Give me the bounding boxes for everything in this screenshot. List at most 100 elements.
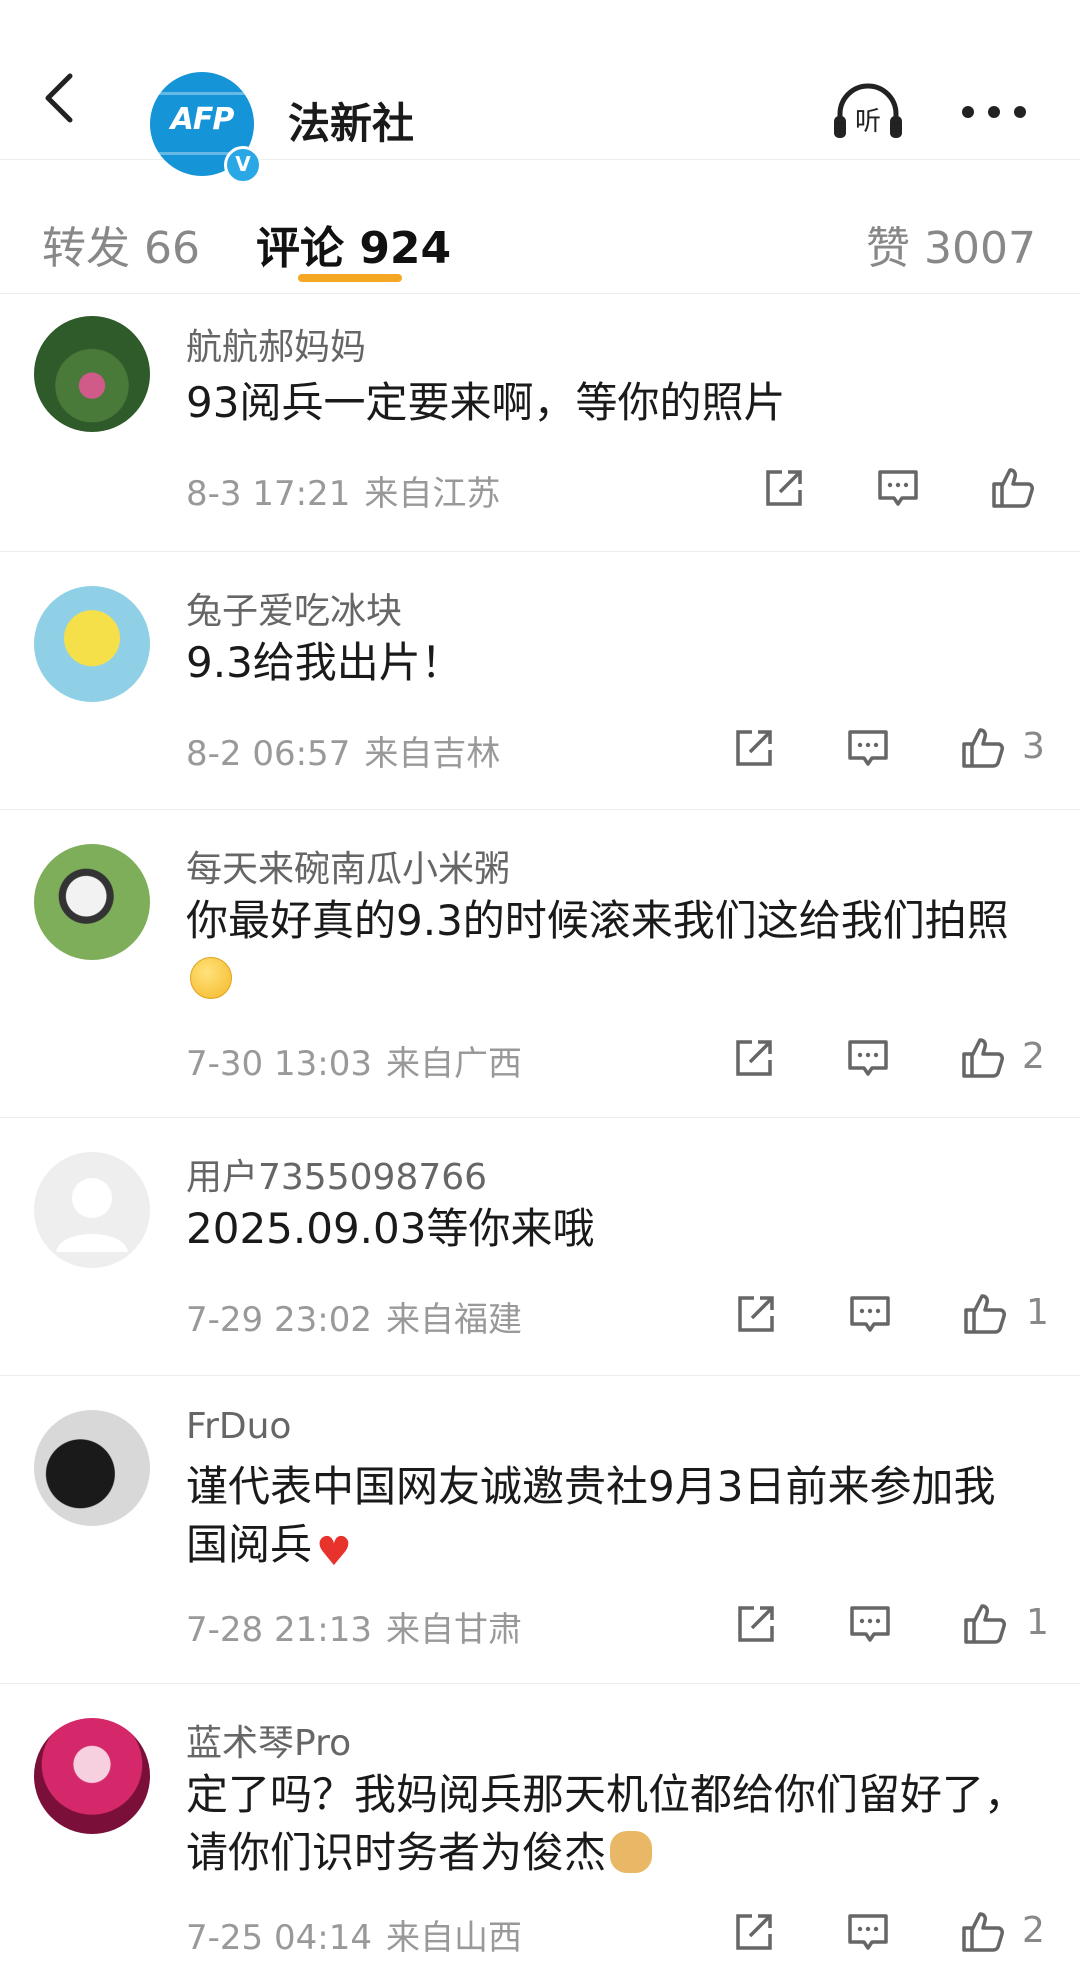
back-button[interactable] (34, 68, 94, 128)
reply-comment-icon (848, 1914, 888, 1950)
comment-time: 7-29 23:02 (186, 1300, 372, 1340)
comment-meta: 7-29 23:02 来自福建 (186, 1292, 522, 1341)
like-count: 3 (1022, 726, 1045, 767)
reply-button[interactable] (846, 1600, 894, 1648)
comment-location: 来自江苏 (364, 474, 501, 514)
comment-text: 9.3给我出片！ (186, 638, 463, 687)
headphones-icon: 听 (834, 83, 902, 138)
tab-reposts[interactable]: 转发 66 (42, 212, 200, 276)
more-dot (988, 106, 1000, 118)
like-button[interactable] (958, 1034, 1006, 1082)
comment-location: 来自甘肃 (385, 1610, 522, 1650)
avatar[interactable] (34, 1152, 150, 1268)
thumbs-up-icon (964, 1604, 1006, 1644)
share-icon (736, 730, 772, 766)
share-button[interactable] (730, 1034, 778, 1082)
more-button[interactable] (962, 92, 1042, 132)
svg-text:听: 听 (855, 107, 881, 137)
comment-location: 来自山西 (385, 1918, 522, 1958)
comment-location: 来自福建 (385, 1300, 522, 1340)
like-count: 2 (1022, 1910, 1045, 1951)
comment-username[interactable]: FrDuo (186, 1406, 291, 1447)
avatar[interactable] (34, 844, 150, 960)
reply-comment-icon (848, 730, 888, 766)
comment-text: 2025.09.03等你来哦 (186, 1204, 595, 1253)
avatar[interactable] (34, 1410, 150, 1526)
comment-time: 7-30 13:03 (186, 1044, 372, 1084)
doge-emoji (610, 1831, 653, 1873)
comment-item: 每天来碗南瓜小米粥 你最好真的9.3的时候滚来我们这给我们拍照 7-30 13:… (0, 810, 1080, 1118)
avatar[interactable] (34, 586, 150, 702)
like-count: 1 (1026, 1602, 1049, 1643)
comment-username[interactable]: 航航郝妈妈 (186, 318, 366, 370)
afp-logo-text: AFP (170, 102, 235, 137)
comment-text: 谨代表中国网友诚邀贵社9月3日前来参加我国阅兵 ♥ (186, 1462, 996, 1575)
reply-button[interactable] (844, 724, 892, 772)
reply-button[interactable] (844, 1908, 892, 1956)
reply-button[interactable] (874, 464, 922, 512)
thumbs-up-icon (962, 1038, 1004, 1078)
comment-username[interactable]: 每天来碗南瓜小米粥 (186, 840, 510, 892)
like-button[interactable] (960, 1290, 1008, 1338)
comment-username[interactable]: 兔子爱吃冰块 (186, 582, 402, 634)
like-count: 1 (1026, 1292, 1049, 1333)
back-arrow-icon (45, 73, 73, 123)
red-heart-emoji: ♥ (316, 1529, 352, 1575)
comment-meta: 7-25 04:14 来自山西 (186, 1910, 522, 1959)
comment-item: 航航郝妈妈 93阅兵一定要来啊，等你的照片 8-3 17:21 来自江苏 (0, 294, 1080, 552)
top-bar: AFP V 法新社 听 (0, 20, 1080, 184)
comment-meta: 8-3 17:21 来自江苏 (186, 466, 500, 515)
thumbs-up-icon (964, 1294, 1006, 1334)
comment-meta: 7-30 13:03 来自广西 (186, 1036, 522, 1085)
account-name[interactable]: 法新社 (288, 90, 414, 151)
share-icon (766, 470, 802, 506)
active-tab-indicator (298, 274, 402, 282)
share-icon (736, 1914, 772, 1950)
default-avatar-icon (56, 1178, 128, 1252)
share-icon (738, 1296, 774, 1332)
share-button[interactable] (732, 1600, 780, 1648)
tab-likes[interactable]: 赞 3007 (866, 212, 1036, 276)
like-button[interactable] (958, 724, 1006, 772)
reply-button[interactable] (844, 1034, 892, 1082)
comment-time: 8-3 17:21 (186, 474, 351, 514)
comment-item: 蓝术琴Pro 定了吗？我妈阅兵那天机位都给你们留好了，请你们识时务者为俊杰 7-… (0, 1684, 1080, 1984)
comment-item: 用户7355098766 2025.09.03等你来哦 7-29 23:02 来自… (0, 1118, 1080, 1376)
more-dot (1014, 106, 1026, 118)
like-button[interactable] (958, 1908, 1006, 1956)
comment-meta: 8-2 06:57 来自吉林 (186, 726, 500, 775)
comment-username[interactable]: 蓝术琴Pro (186, 1714, 351, 1766)
comment-text: 你最好真的9.3的时候滚来我们这给我们拍照 (186, 892, 1036, 1008)
comment-location: 来自广西 (385, 1044, 522, 1084)
share-icon (738, 1606, 774, 1642)
comment-text: 93阅兵一定要来啊，等你的照片 (186, 378, 786, 427)
more-dot (962, 106, 974, 118)
reply-comment-icon (850, 1606, 890, 1642)
tab-bar: 转发 66 评论 924 赞 3007 (0, 160, 1080, 294)
comment-time: 8-2 06:57 (186, 734, 351, 774)
share-button[interactable] (760, 464, 808, 512)
share-button[interactable] (732, 1290, 780, 1338)
comment-location: 来自吉林 (364, 734, 501, 774)
reply-comment-icon (850, 1296, 890, 1332)
comment-item: FrDuo 谨代表中国网友诚邀贵社9月3日前来参加我国阅兵 ♥ 7-28 21:1… (0, 1376, 1080, 1684)
comment-list: 航航郝妈妈 93阅兵一定要来啊，等你的照片 8-3 17:21 来自江苏 兔子爱吃… (0, 294, 1080, 1984)
like-count: 2 (1022, 1036, 1045, 1077)
tab-comments[interactable]: 评论 924 (256, 212, 451, 276)
like-button[interactable] (960, 1600, 1008, 1648)
avatar[interactable] (34, 316, 150, 432)
comment-time: 7-25 04:14 (186, 1918, 372, 1958)
share-button[interactable] (730, 724, 778, 772)
comment-username[interactable]: 用户7355098766 (186, 1148, 487, 1200)
listen-button[interactable]: 听 (828, 82, 908, 142)
thumbs-up-icon (992, 468, 1034, 508)
share-icon (736, 1040, 772, 1076)
reply-button[interactable] (846, 1290, 894, 1338)
thumbs-up-icon (962, 1912, 1004, 1952)
share-button[interactable] (730, 1908, 778, 1956)
comment-item: 兔子爱吃冰块 9.3给我出片！ 8-2 06:57 来自吉林 3 (0, 552, 1080, 810)
comment-time: 7-28 21:13 (186, 1610, 372, 1650)
comment-text: 定了吗？我妈阅兵那天机位都给你们留好了，请你们识时务者为俊杰 (186, 1770, 1027, 1877)
avatar[interactable] (34, 1718, 150, 1834)
like-button[interactable] (988, 464, 1036, 512)
